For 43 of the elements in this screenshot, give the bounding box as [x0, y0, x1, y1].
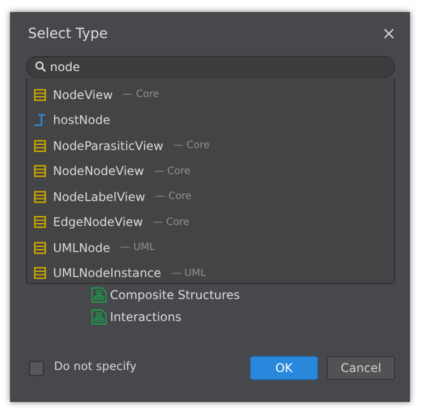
close-button[interactable]: × [382, 24, 396, 44]
table-icon [34, 190, 46, 203]
ok-button[interactable]: OK [250, 356, 318, 380]
module-label: — Core [155, 191, 192, 202]
module-label: — UML [120, 242, 155, 254]
tree-item[interactable]: Interactions [110, 310, 182, 324]
result-item[interactable]: NodeParasiticView — Core [27, 133, 394, 158]
table-icon [34, 88, 46, 101]
module-label: — Core [154, 166, 190, 177]
table-icon [34, 140, 46, 152]
table-icon [34, 216, 46, 228]
result-item[interactable]: NodeView — Core [27, 82, 394, 108]
module-label: — Core [153, 216, 190, 228]
table-icon [34, 267, 46, 280]
result-item[interactable]: UMLNodeInstance — UML [27, 260, 394, 283]
dialog-title: Select Type [28, 26, 108, 42]
result-name: NodeNodeView [53, 164, 144, 178]
tree-item[interactable]: Composite Structures [110, 288, 240, 302]
result-name: NodeParasiticView [53, 138, 164, 153]
search-icon [35, 61, 46, 72]
module-label: — Core [122, 89, 160, 100]
result-name: UMLNode [53, 240, 110, 255]
result-name: UMLNodeInstance [53, 266, 162, 280]
bracket-icon [34, 114, 46, 126]
result-item[interactable]: hostNode [27, 108, 394, 133]
result-name: EdgeNodeView [53, 215, 143, 230]
table-icon [34, 165, 46, 178]
module-label: — UML [171, 268, 206, 279]
result-item[interactable]: EdgeNodeView — Core [27, 210, 394, 235]
result-item[interactable]: NodeLabelView — Core [27, 184, 394, 210]
diagram-icon [91, 287, 107, 303]
result-item[interactable]: NodeNodeView — Core [27, 158, 394, 184]
diagram-icon [91, 309, 107, 325]
result-item[interactable]: UMLNode — UML [27, 235, 394, 260]
table-icon [34, 242, 46, 254]
module-label: — Core [173, 140, 210, 152]
checkbox[interactable] [29, 360, 44, 376]
result-name: NodeView [53, 88, 113, 102]
cancel-button[interactable]: Cancel [327, 356, 395, 380]
result-name: hostNode [53, 113, 110, 128]
result-name: NodeLabelView [53, 190, 146, 204]
checkbox-label: Do not specify [54, 359, 138, 373]
search-field[interactable]: node [26, 56, 395, 78]
